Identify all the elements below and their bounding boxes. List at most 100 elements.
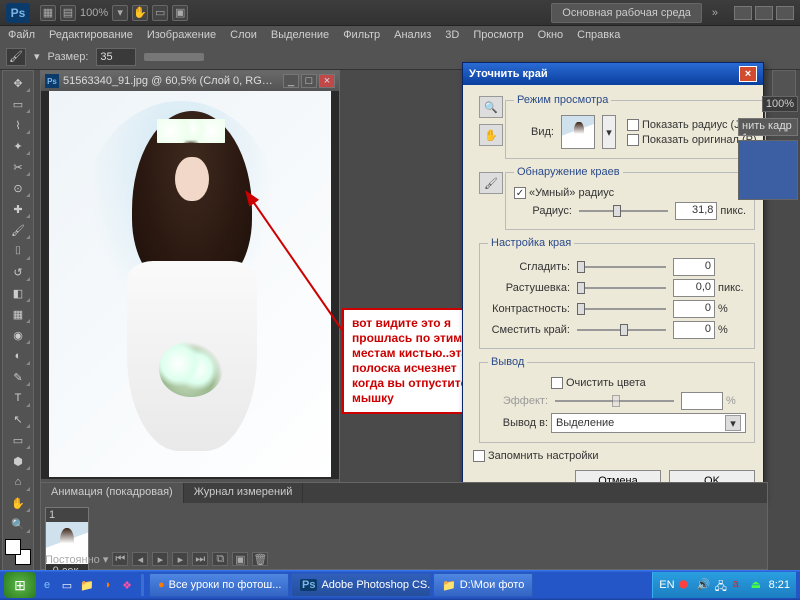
radius-value[interactable]: 31,8 [675, 202, 717, 220]
doc-max-button[interactable]: □ [301, 74, 317, 88]
smooth-slider[interactable] [577, 259, 666, 275]
start-button[interactable]: ⊞ [4, 572, 36, 598]
eraser-tool-icon[interactable]: ◧ [5, 283, 31, 303]
menu-filter[interactable]: Фильтр [343, 29, 380, 41]
hand-tool-dialog-icon[interactable]: ✋ [479, 124, 503, 146]
task-folder[interactable]: 📁D:\Мои фото [433, 573, 533, 597]
document-titlebar[interactable]: Ps 51563340_91.jpg @ 60,5% (Слой 0, RGB/… [41, 71, 339, 91]
show-original-checkbox[interactable] [627, 134, 639, 146]
tween-icon[interactable]: ⧉ [212, 552, 228, 566]
3d-tool-icon[interactable]: ⬢ [5, 451, 31, 471]
menu-image[interactable]: Изображение [147, 29, 216, 41]
menu-edit[interactable]: Редактирование [49, 29, 133, 41]
zoom-readout[interactable]: 100% [80, 7, 108, 19]
dropdown-icon[interactable]: ▾ [34, 50, 40, 63]
dodge-tool-icon[interactable]: ◐ [5, 346, 31, 366]
contrast-slider[interactable] [577, 301, 666, 317]
marquee-tool-icon[interactable]: ▭ [5, 94, 31, 114]
zoom-dropdown-icon[interactable]: ▾ [112, 5, 128, 21]
stamp-tool-icon[interactable]: ⌷ [5, 241, 31, 261]
menu-layer[interactable]: Слои [230, 29, 257, 41]
remember-checkbox[interactable] [473, 450, 485, 462]
smart-radius-checkbox[interactable] [514, 187, 526, 199]
brush-preview-icon[interactable]: 🖌 [6, 48, 26, 66]
menu-file[interactable]: Файл [8, 29, 35, 41]
smooth-value[interactable]: 0 [673, 258, 715, 276]
hand-tool-icon[interactable]: ✋ [5, 493, 31, 513]
show-radius-checkbox[interactable] [627, 119, 639, 131]
radius-slider[interactable] [579, 203, 668, 219]
next-frame-icon[interactable]: ▸ [172, 552, 188, 566]
opacity-badge[interactable]: 100% [762, 96, 798, 112]
zoom-tool-icon[interactable]: 🔍 [5, 514, 31, 534]
fg-color[interactable] [5, 539, 21, 555]
ql-media-icon[interactable]: ◑ [98, 576, 116, 594]
tray-volume-icon[interactable]: 🔊 [697, 578, 711, 592]
first-frame-icon[interactable]: ⏮ [112, 552, 128, 566]
refine-frame-button[interactable]: нить кадр 1 [738, 118, 798, 136]
path-select-tool-icon[interactable]: ↖ [5, 409, 31, 429]
play-icon[interactable]: ▸ [152, 552, 168, 566]
prev-frame-icon[interactable]: ◂ [132, 552, 148, 566]
menu-help[interactable]: Справка [577, 29, 620, 41]
last-frame-icon[interactable]: ⏭ [192, 552, 208, 566]
loop-select[interactable]: Постоянно ▾ [45, 553, 108, 566]
size-input[interactable] [96, 48, 136, 66]
history-brush-tool-icon[interactable]: ↺ [5, 262, 31, 282]
eyedropper-tool-icon[interactable]: ⊙ [5, 178, 31, 198]
ql-folder-icon[interactable]: 📁 [78, 576, 96, 594]
close-button[interactable] [776, 6, 794, 20]
minimize-button[interactable] [734, 6, 752, 20]
gradient-tool-icon[interactable]: ▦ [5, 304, 31, 324]
menu-select[interactable]: Выделение [271, 29, 329, 41]
feather-value[interactable]: 0,0 [673, 279, 715, 297]
3d-camera-tool-icon[interactable]: ⌂ [5, 472, 31, 492]
bridge-icon[interactable]: ▦ [40, 5, 56, 21]
color-swatches[interactable] [5, 539, 31, 565]
healing-tool-icon[interactable]: ✚ [5, 199, 31, 219]
quick-select-tool-icon[interactable]: ✦ [5, 136, 31, 156]
brush-tool-icon[interactable]: 🖌 [5, 220, 31, 240]
move-tool-icon[interactable]: ✥ [5, 73, 31, 93]
feather-slider[interactable] [577, 280, 666, 296]
contrast-value[interactable]: 0 [673, 300, 715, 318]
ql-desktop-icon[interactable]: ▭ [58, 576, 76, 594]
canvas[interactable] [49, 91, 331, 477]
blur-tool-icon[interactable]: ◉ [5, 325, 31, 345]
hand-icon[interactable]: ✋ [132, 5, 148, 21]
tray-network-icon[interactable]: 🖧 [715, 578, 729, 592]
tab-animation[interactable]: Анимация (покадровая) [41, 483, 184, 503]
pen-tool-icon[interactable]: ✎ [5, 367, 31, 387]
menu-3d[interactable]: 3D [445, 29, 459, 41]
tab-measure-log[interactable]: Журнал измерений [184, 483, 304, 503]
task-photoshop[interactable]: PsAdobe Photoshop CS... [291, 573, 431, 597]
dialog-close-button[interactable]: × [739, 66, 757, 82]
arrange-icon[interactable]: ▭ [152, 5, 168, 21]
workspace-more-icon[interactable]: » [712, 7, 718, 19]
decontaminate-checkbox[interactable] [551, 377, 563, 389]
ql-app-icon[interactable]: ❖ [118, 576, 136, 594]
type-tool-icon[interactable]: T [5, 388, 31, 408]
tray-usb-icon[interactable]: ⏏ [751, 578, 765, 592]
delete-frame-icon[interactable]: 🗑 [252, 552, 268, 566]
task-tutorial[interactable]: ●Все уроки по фотош... [149, 573, 289, 597]
view-thumbnail[interactable] [561, 115, 595, 149]
shift-slider[interactable] [577, 322, 666, 338]
shift-value[interactable]: 0 [673, 321, 715, 339]
output-to-select[interactable]: Выделение▾ [551, 413, 746, 433]
maximize-button[interactable] [755, 6, 773, 20]
menu-analysis[interactable]: Анализ [394, 29, 431, 41]
doc-close-button[interactable]: × [319, 74, 335, 88]
workspace-switcher[interactable]: Основная рабочая среда [551, 3, 702, 23]
tray-shield-icon[interactable]: ⬣ [679, 578, 693, 592]
shape-tool-icon[interactable]: ▭ [5, 430, 31, 450]
tray-av-icon[interactable]: a [733, 578, 747, 592]
chevron-down-icon[interactable]: ▾ [725, 415, 741, 431]
ql-ie-icon[interactable]: e [38, 576, 56, 594]
doc-min-button[interactable]: _ [283, 74, 299, 88]
layers-panel-fragment[interactable] [738, 140, 798, 200]
menu-window[interactable]: Окно [538, 29, 564, 41]
menu-view[interactable]: Просмотр [473, 29, 523, 41]
tray-clock[interactable]: 8:21 [769, 579, 790, 591]
lasso-tool-icon[interactable]: ⌇ [5, 115, 31, 135]
